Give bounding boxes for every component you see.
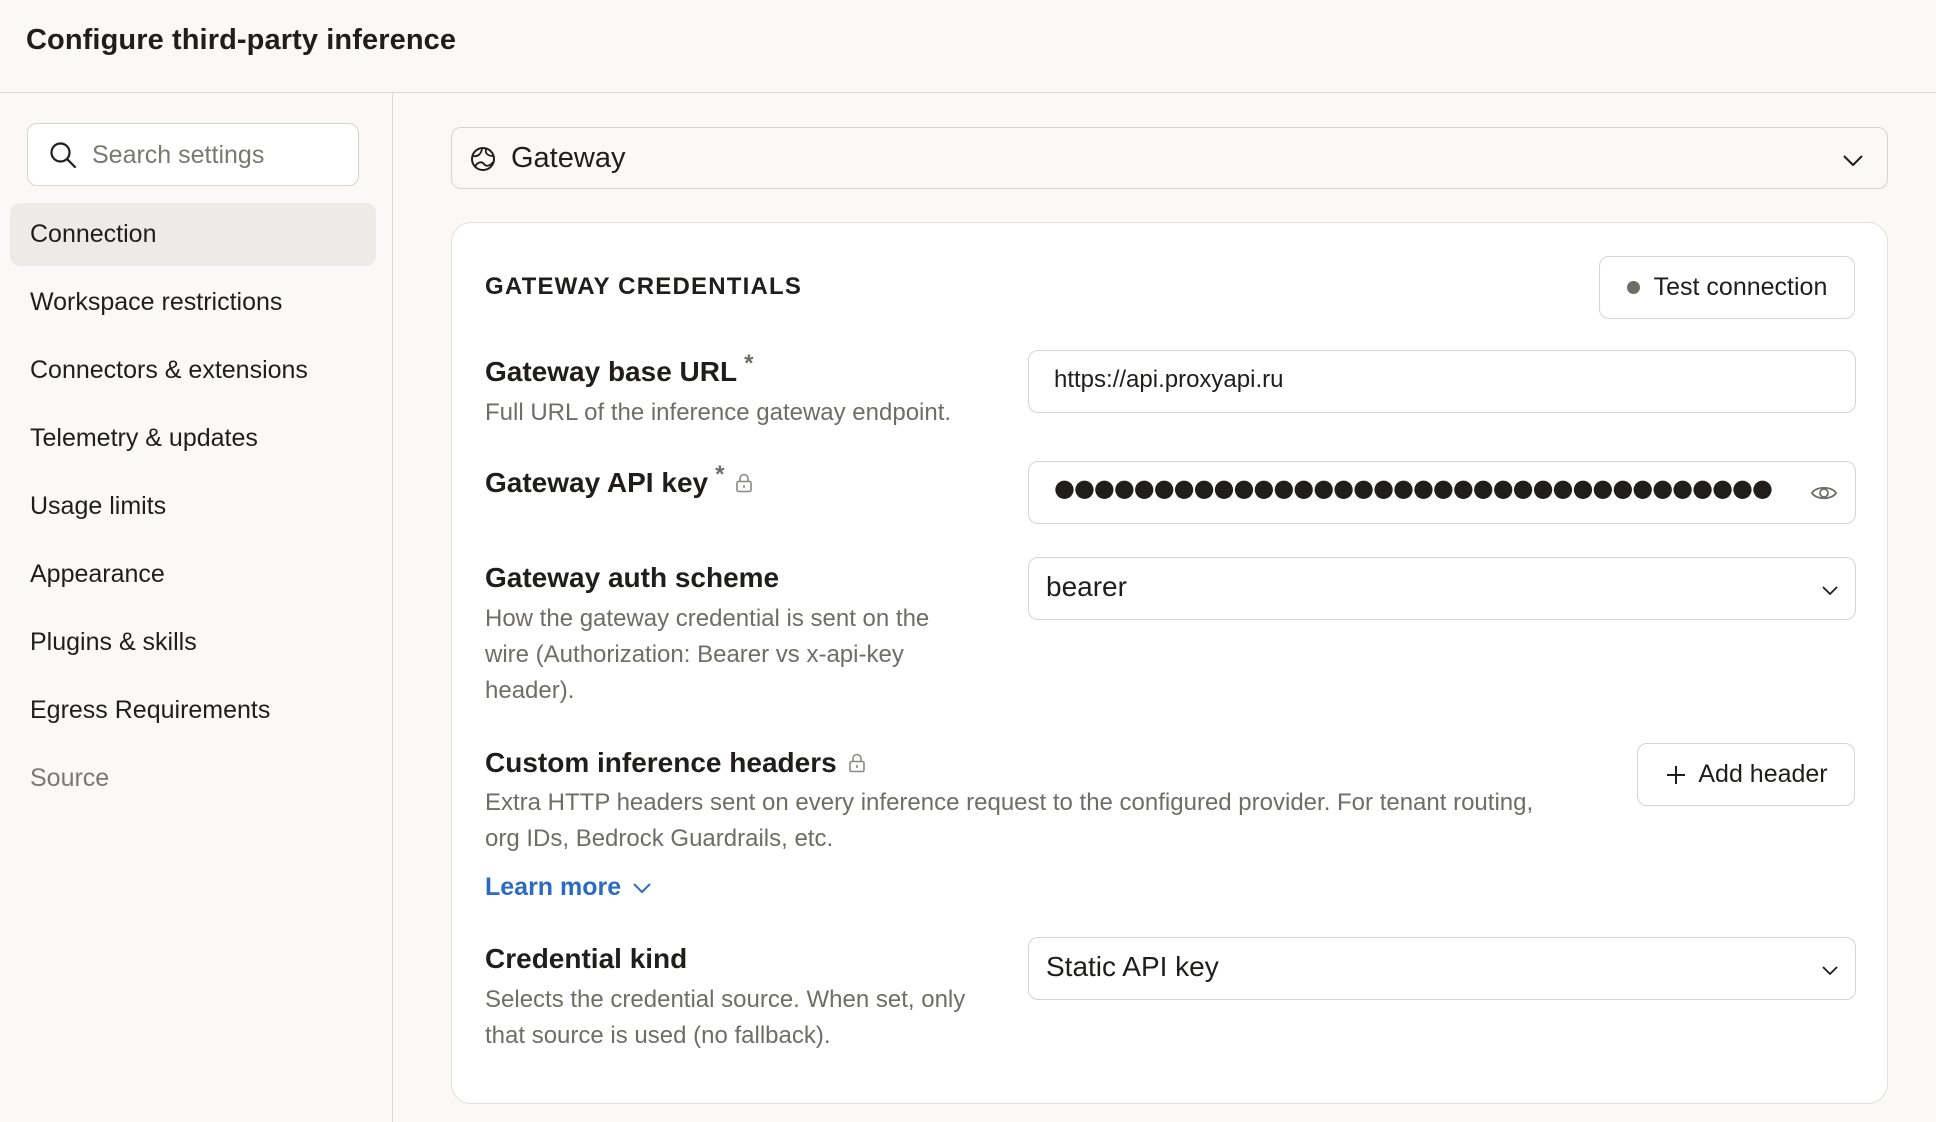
auth-scheme-label-text: Gateway auth scheme <box>485 562 780 593</box>
chevron-down-icon <box>1822 586 1838 595</box>
sidebar-item-connectors-extensions[interactable]: Connectors & extensions <box>10 339 376 402</box>
lock-icon <box>736 473 753 493</box>
provider-selected-label: Gateway <box>511 142 626 174</box>
add-header-button[interactable]: Add header <box>1637 743 1855 806</box>
page-title: Configure third-party inference <box>26 24 457 56</box>
credential-kind-desc-line: that source is used (no fallback). <box>485 1022 831 1049</box>
credential-kind-label: Credential kind <box>485 943 687 975</box>
globe-icon <box>471 147 495 171</box>
required-mark: * <box>715 461 725 488</box>
base-url-description: Full URL of the inference gateway endpoi… <box>485 399 952 426</box>
auth-scheme-desc-line: How the gateway credential is sent on th… <box>485 605 930 632</box>
base-url-label: Gateway base URL * <box>485 350 753 388</box>
auth-scheme-label: Gateway auth scheme <box>485 562 779 594</box>
auth-scheme-desc-line: header). <box>485 677 575 704</box>
custom-headers-desc-line: org IDs, Bedrock Guardrails, etc. <box>485 825 834 852</box>
base-url-value: https://api.proxyapi.ru <box>1054 366 1284 393</box>
gateway-credentials-card: GATEWAY CREDENTIALS Test connection Gate… <box>451 222 1888 1104</box>
custom-headers-label: Custom inference headers <box>485 747 868 779</box>
sidebar: Connection Workspace restrictions Connec… <box>0 93 393 1122</box>
chevron-down-icon <box>1822 966 1838 975</box>
api-key-input[interactable]: ●●●●●●●●●●●●●●●●●●●●●●●●●●●●●●●●●●●● <box>1028 461 1856 524</box>
provider-select[interactable]: Gateway <box>451 127 1888 189</box>
required-mark: * <box>744 350 754 377</box>
base-url-input[interactable]: https://api.proxyapi.ru <box>1028 350 1856 413</box>
chevron-down-icon <box>1843 155 1863 166</box>
custom-headers-label-text: Custom inference headers <box>485 747 837 778</box>
credential-kind-desc-line: Selects the credential source. When set,… <box>485 986 966 1013</box>
custom-headers-description: Extra HTTP headers sent on every inferen… <box>485 785 1533 857</box>
sidebar-item-telemetry-updates[interactable]: Telemetry & updates <box>10 407 376 470</box>
search-icon <box>50 142 77 169</box>
custom-headers-desc-line: Extra HTTP headers sent on every inferen… <box>485 789 1534 816</box>
test-connection-label: Test connection <box>1653 273 1828 301</box>
sidebar-item-plugins-skills[interactable]: Plugins & skills <box>10 611 376 674</box>
learn-more-link[interactable]: Learn more <box>485 873 653 902</box>
test-connection-button[interactable]: Test connection <box>1599 256 1855 319</box>
plus-icon <box>1667 765 1686 784</box>
credential-kind-value: Static API key <box>1046 951 1219 982</box>
sidebar-item-workspace-restrictions[interactable]: Workspace restrictions <box>10 271 376 334</box>
api-key-label-text: Gateway API key <box>485 467 709 498</box>
chevron-down-icon <box>633 882 651 893</box>
auth-scheme-value: bearer <box>1046 571 1127 602</box>
lock-icon <box>848 753 865 773</box>
page-header: Configure third-party inference <box>0 0 1936 93</box>
search-input[interactable] <box>92 136 347 174</box>
search-box[interactable] <box>27 123 359 186</box>
sidebar-item-connection[interactable]: Connection <box>10 203 376 266</box>
auth-scheme-description: How the gateway credential is sent on th… <box>485 601 929 709</box>
sidebar-nav: Connection Workspace restrictions Connec… <box>10 203 376 815</box>
base-url-label-text: Gateway base URL <box>485 356 738 387</box>
auth-scheme-desc-line: wire (Authorization: Bearer vs x-api-key <box>485 641 904 668</box>
main-content: Gateway GATEWAY CREDENTIALS Test connect… <box>394 93 1936 1122</box>
learn-more-label: Learn more <box>485 873 622 901</box>
eye-icon[interactable] <box>1810 481 1838 505</box>
auth-scheme-select[interactable]: bearer <box>1028 557 1856 620</box>
credential-kind-select[interactable]: Static API key <box>1028 937 1856 1000</box>
credential-kind-label-text: Credential kind <box>485 943 688 974</box>
api-key-masked-value: ●●●●●●●●●●●●●●●●●●●●●●●●●●●●●●●●●●●● <box>1054 474 1773 502</box>
sidebar-item-source[interactable]: Source <box>10 747 376 810</box>
sidebar-item-egress-requirements[interactable]: Egress Requirements <box>10 679 376 742</box>
connection-status-dot <box>1626 281 1640 294</box>
sidebar-item-usage-limits[interactable]: Usage limits <box>10 475 376 538</box>
card-title: GATEWAY CREDENTIALS <box>485 273 803 300</box>
app-window: Configure third-party inference Connecti… <box>0 0 1936 1122</box>
credential-kind-description: Selects the credential source. When set,… <box>485 982 965 1054</box>
sidebar-item-appearance[interactable]: Appearance <box>10 543 376 606</box>
api-key-label: Gateway API key * <box>485 461 755 499</box>
add-header-label: Add header <box>1698 760 1828 788</box>
